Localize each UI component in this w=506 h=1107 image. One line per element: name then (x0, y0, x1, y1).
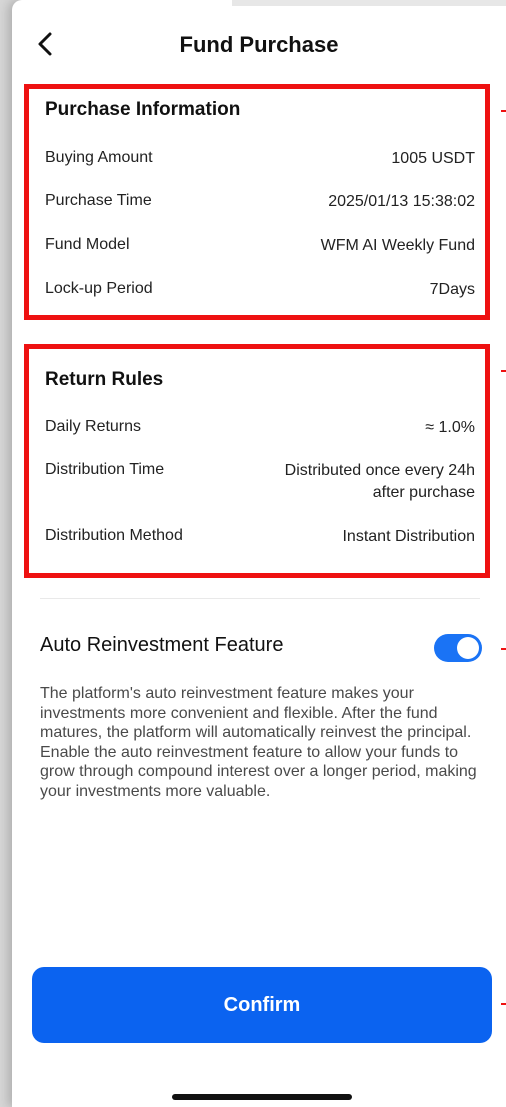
distribution-time-label: Distribution Time (45, 461, 165, 478)
purchase-time-value: 2025/01/13 15:38:02 (328, 193, 475, 210)
annotation-edge-mark (501, 1003, 506, 1005)
distribution-method-label: Distribution Method (45, 527, 183, 544)
fund-model-value: WFM AI Weekly Fund (320, 237, 475, 254)
purchase-information-title: Purchase Information (45, 99, 241, 120)
distribution-time-value-line2: after purchase (372, 484, 475, 501)
distribution-time-value-line1: Distributed once every 24h (284, 462, 475, 479)
annotation-edge-mark (501, 110, 506, 112)
return-rules-title: Return Rules (45, 369, 164, 390)
lock-up-period-label: Lock-up Period (45, 280, 153, 297)
lock-up-period-value: 7Days (429, 281, 475, 298)
auto-reinvestment-description: The platform's auto reinvestment feature… (40, 685, 477, 800)
return-rules-section: Return Rules Daily Returns ≈ 1.0% Distri… (24, 344, 490, 578)
annotation-edge-mark (501, 370, 506, 372)
daily-returns-value: ≈ 1.0% (425, 419, 475, 436)
home-indicator (172, 1094, 352, 1100)
fund-model-label: Fund Model (45, 236, 130, 253)
confirm-button[interactable]: Confirm (32, 967, 492, 1043)
annotation-edge-mark (501, 648, 506, 650)
daily-returns-label: Daily Returns (45, 418, 142, 435)
purchase-time-label: Purchase Time (45, 192, 152, 209)
app-screen: Fund Purchase Purchase Information Buyin… (12, 0, 506, 1107)
auto-reinvestment-toggle[interactable] (434, 634, 482, 662)
distribution-method-value: Instant Distribution (342, 528, 475, 545)
distribution-time-value: Distributed once every 24h after purchas… (285, 460, 475, 504)
buying-amount-label: Buying Amount (45, 149, 153, 166)
auto-reinvestment-title: Auto Reinvestment Feature (40, 634, 284, 656)
status-strip (232, 0, 506, 6)
purchase-information-section: Purchase Information Buying Amount 1005 … (24, 84, 490, 320)
page-title: Fund Purchase (179, 32, 339, 57)
toggle-knob (457, 637, 479, 659)
buying-amount-value: 1005 USDT (391, 150, 475, 167)
header: Fund Purchase (12, 20, 506, 68)
section-divider (40, 598, 480, 599)
